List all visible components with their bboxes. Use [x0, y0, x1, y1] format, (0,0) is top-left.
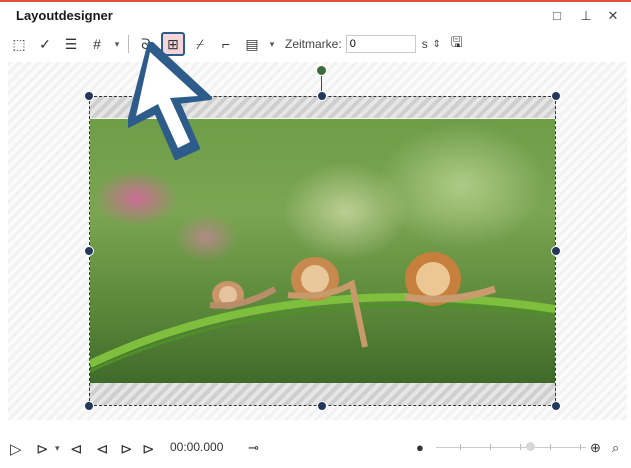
step-back-icon[interactable]: ⊲ — [96, 440, 109, 458]
select-icon[interactable]: ⬚ — [8, 33, 30, 55]
step-forward-icon[interactable]: ⊳ — [120, 440, 133, 458]
close-button[interactable]: ✕ — [604, 8, 622, 24]
save-icon[interactable]: 🖫 — [446, 33, 468, 55]
resize-handle-top[interactable] — [317, 91, 327, 101]
zoom-fit-icon[interactable]: ⌕ — [612, 440, 619, 456]
time-display: 00:00.000 — [170, 440, 224, 454]
zoom-tick — [580, 444, 581, 450]
window-accent-line — [0, 0, 631, 2]
path-edit-icon[interactable]: ⌐ — [215, 33, 237, 55]
play-options-chevron-icon[interactable]: ▾ — [55, 443, 60, 454]
resize-handle-bottom-right[interactable] — [551, 401, 561, 411]
timestamp-spinner[interactable]: ⇕ — [432, 39, 442, 50]
template-icon[interactable]: ▤ — [241, 33, 263, 55]
grid-dropdown-chevron-icon[interactable]: ▾ — [112, 33, 122, 55]
next-marker-icon[interactable]: ⊳ — [142, 440, 155, 458]
resize-handle-bottom[interactable] — [317, 401, 327, 411]
pin-button[interactable]: ⊥ — [577, 8, 595, 24]
maximize-button[interactable]: □ — [548, 8, 566, 23]
layers-icon[interactable]: ☰ — [60, 33, 82, 55]
play-from-marker-icon[interactable]: ⊳ — [36, 440, 49, 458]
check-icon[interactable]: ✓ — [34, 33, 56, 55]
playback-bar: ▷ ⊳ ▾ ⊲ ⊲ ⊳ ⊳ 00:00.000 ⊸ ● ⊕ ⌕ — [0, 424, 631, 468]
resize-handle-bottom-left[interactable] — [84, 401, 94, 411]
timestamp-label: Zeitmarke: — [285, 37, 342, 51]
resize-handle-right[interactable] — [551, 246, 561, 256]
toolbar: ⬚ ✓ ☰ # ▾ ᘐ ⊞ ⌿ ⌐ ▤ ▾ Zeitmarke: s ⇕ 🖫 — [8, 32, 468, 56]
zoom-tick — [460, 444, 461, 450]
marker-preview-icon[interactable]: ⊸ — [248, 440, 259, 456]
timestamp-unit: s — [421, 37, 428, 51]
zoom-tick — [550, 444, 551, 450]
zoom-in-icon[interactable]: ⊕ — [590, 440, 601, 456]
zoom-tick — [490, 444, 491, 450]
timestamp-input[interactable] — [345, 35, 416, 53]
zoom-out-icon[interactable]: ● — [416, 440, 424, 455]
grid-icon[interactable]: # — [86, 33, 108, 55]
zoom-slider-thumb[interactable] — [526, 442, 535, 451]
rotate-handle[interactable] — [316, 65, 327, 76]
zoom-slider-track[interactable] — [436, 447, 586, 448]
zoom-tick — [520, 444, 521, 450]
play-icon[interactable]: ▷ — [10, 440, 22, 458]
template-dropdown-chevron-icon[interactable]: ▾ — [267, 33, 277, 55]
resize-handle-top-left[interactable] — [84, 91, 94, 101]
resize-handle-top-right[interactable] — [551, 91, 561, 101]
previous-marker-icon[interactable]: ⊲ — [70, 440, 83, 458]
window-title: Layoutdesigner — [16, 8, 113, 23]
pointer-arrow-icon — [128, 42, 212, 160]
resize-handle-left[interactable] — [84, 246, 94, 256]
